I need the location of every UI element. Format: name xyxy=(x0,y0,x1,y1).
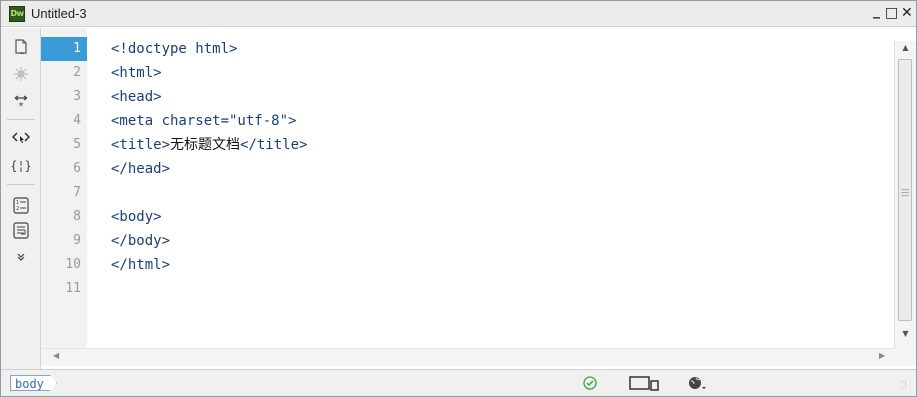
scroll-up-arrow-icon[interactable]: ▲ xyxy=(895,43,916,52)
maximize-button[interactable]: □ xyxy=(885,5,898,21)
line-number-gutter: 1 2 3 4 5 6 7 8 9 10 11 xyxy=(41,37,87,348)
tag-selector-body[interactable]: body xyxy=(10,375,57,391)
dreamweaver-app-icon: Dw xyxy=(9,6,25,22)
device-preview-icon[interactable] xyxy=(629,374,661,392)
code-line[interactable]: <body> xyxy=(111,205,162,229)
valid-check-icon[interactable] xyxy=(580,374,600,392)
title-text: 无标题文档 xyxy=(170,137,241,153)
coding-toolbar: * {¦} 12 xyxy=(1,28,41,369)
toolbar-separator xyxy=(7,119,35,120)
status-bar: body ·:.: xyxy=(1,369,916,396)
line-number: 9 xyxy=(73,233,81,248)
line-number: 7 xyxy=(73,185,81,200)
minimize-button[interactable]: _ xyxy=(873,3,880,19)
scroll-left-arrow-icon[interactable]: ◀ xyxy=(53,351,59,360)
code-line[interactable]: </head> xyxy=(111,157,170,181)
horizontal-scrollbar[interactable]: ◀ ▶ xyxy=(41,348,894,366)
line-number: 8 xyxy=(73,209,81,224)
line-number: 4 xyxy=(73,113,81,128)
line-number: 5 xyxy=(73,137,81,152)
line-number: 3 xyxy=(73,89,81,104)
line-number: 11 xyxy=(65,281,81,296)
code-line[interactable]: </body> xyxy=(111,229,170,253)
live-view-globe-icon[interactable] xyxy=(687,374,707,392)
code-line[interactable]: </html> xyxy=(111,253,170,277)
word-wrap-icon[interactable] xyxy=(9,219,33,241)
vertical-scrollbar[interactable]: ▲ ― ― ― ▼ xyxy=(894,41,916,348)
balance-braces-icon[interactable]: {¦} xyxy=(9,155,33,177)
title-bar: Dw Untitled-3 _ □ ✕ xyxy=(1,1,916,27)
grip-icon: ― ― ― xyxy=(901,185,909,200)
line-numbers-icon[interactable]: 12 xyxy=(9,194,33,216)
close-button[interactable]: ✕ xyxy=(901,5,913,21)
code-tag: <title> xyxy=(111,137,171,153)
scroll-down-arrow-icon[interactable]: ▼ xyxy=(895,329,916,338)
svg-text:2: 2 xyxy=(16,206,19,212)
code-tag: </title> xyxy=(240,137,308,153)
more-tools-icon[interactable] xyxy=(9,246,33,268)
line-number: 10 xyxy=(65,257,81,272)
scrollbar-corner xyxy=(894,348,916,366)
code-line[interactable]: <head> xyxy=(111,85,162,109)
code-line[interactable]: <meta charset="utf-8"> xyxy=(111,109,296,133)
code-line[interactable]: <html> xyxy=(111,61,162,85)
code-line[interactable]: <title>无标题文档</title> xyxy=(111,133,307,157)
file-management-icon[interactable] xyxy=(9,63,33,85)
line-number: 1 xyxy=(41,37,87,61)
code-line[interactable]: <!doctype html> xyxy=(111,37,237,61)
line-number: 2 xyxy=(73,65,81,80)
expand-collapse-icon[interactable]: * xyxy=(9,90,33,112)
resize-grip-icon[interactable]: ·:.: xyxy=(901,379,908,390)
toolbar-separator xyxy=(7,184,35,185)
editor-window: Dw Untitled-3 _ □ ✕ * {¦} 12 xyxy=(0,0,917,397)
svg-text:*: * xyxy=(19,101,24,110)
select-parent-tag-icon[interactable] xyxy=(9,127,33,149)
document-title: Untitled-3 xyxy=(31,6,87,21)
line-number: 6 xyxy=(73,161,81,176)
svg-text:{¦}: {¦} xyxy=(12,159,30,173)
scroll-right-arrow-icon[interactable]: ▶ xyxy=(879,351,885,360)
code-view[interactable]: <!doctype html> <html> <head> <meta charset… xyxy=(87,41,894,348)
vertical-scroll-thumb[interactable]: ― ― ― xyxy=(898,59,912,321)
open-documents-icon[interactable] xyxy=(9,36,33,58)
